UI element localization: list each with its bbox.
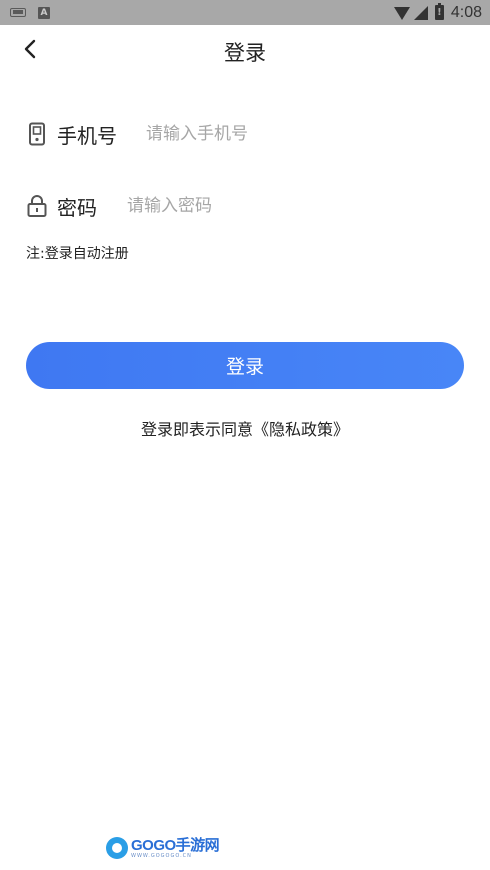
phone-icon [26, 122, 48, 146]
keyboard-icon [10, 8, 26, 17]
login-button[interactable]: 登录 [26, 342, 464, 389]
header: 登录 [0, 25, 490, 77]
agreement-text: 登录即表示同意《隐私政策》 [0, 416, 490, 440]
watermark-brand: GOGO手游网 [131, 836, 220, 854]
phone-input[interactable] [146, 124, 406, 144]
phone-row: 手机号 [26, 118, 406, 150]
status-time: 4:08 [450, 3, 482, 21]
status-left: A [10, 6, 50, 19]
password-row: 密码 [26, 190, 387, 222]
status-right: 4:08 [393, 3, 482, 22]
page-title: 登录 [224, 41, 266, 65]
watermark-brand-cn: 手游网 [175, 836, 220, 854]
status-bar: A 4:08 [0, 0, 490, 25]
battery-icon [434, 3, 444, 20]
phone-label: 手机号 [57, 123, 117, 148]
lock-icon [26, 194, 48, 218]
signal-icon [413, 5, 428, 20]
watermark-url: WWW.GOGOGO.CN [131, 852, 192, 859]
watermark-brand-latin: GOGO [131, 836, 176, 854]
gogo-logo-icon [106, 837, 128, 859]
password-input[interactable] [127, 196, 387, 216]
password-label: 密码 [57, 195, 97, 220]
watermark-text: GOGO手游网 WWW.GOGOGO.CN [131, 836, 220, 859]
auto-register-note: 注:登录自动注册 [26, 246, 129, 262]
agreement-prefix: 登录即表示同意 [140, 420, 253, 439]
wifi-icon [393, 7, 410, 20]
notification-a-icon: A [38, 6, 50, 19]
watermark: GOGO手游网 WWW.GOGOGO.CN [106, 836, 220, 859]
privacy-policy-link[interactable]: 《隐私政策》 [253, 420, 349, 439]
